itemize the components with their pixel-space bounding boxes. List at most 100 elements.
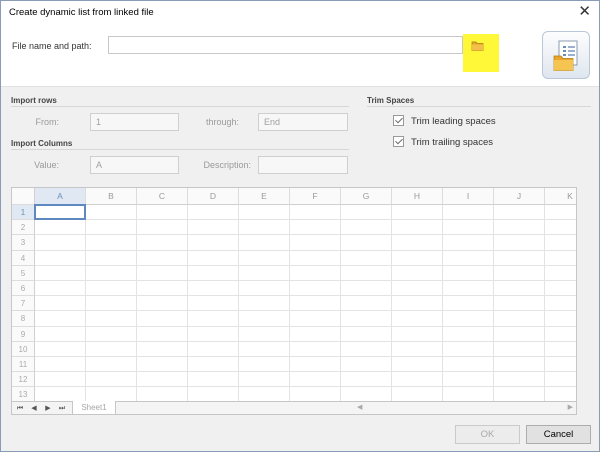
row-header-1[interactable]: 1 xyxy=(12,205,35,221)
last-sheet-icon[interactable]: ⏭ xyxy=(56,403,68,414)
grid-cell[interactable] xyxy=(392,326,443,342)
column-header-c[interactable]: C xyxy=(137,188,188,205)
grid-cell[interactable] xyxy=(290,281,341,297)
grid-cell[interactable] xyxy=(137,205,188,221)
grid-cell[interactable] xyxy=(86,372,137,388)
grid-cell[interactable] xyxy=(188,296,239,312)
grid-cell[interactable] xyxy=(239,357,290,373)
grid-cell[interactable] xyxy=(341,281,392,297)
grid-cell[interactable] xyxy=(35,341,86,357)
browse-button[interactable] xyxy=(463,34,499,72)
grid-cell[interactable] xyxy=(137,341,188,357)
grid-cell[interactable] xyxy=(35,372,86,388)
grid-cell[interactable] xyxy=(494,357,545,373)
grid-cell[interactable] xyxy=(392,220,443,236)
column-header-i[interactable]: I xyxy=(443,188,494,205)
column-header-a[interactable]: A xyxy=(35,188,86,205)
row-header-2[interactable]: 2 xyxy=(12,220,35,236)
horizontal-scrollbar[interactable]: ◀ ▶ xyxy=(357,404,575,413)
grid-cell[interactable] xyxy=(341,235,392,251)
grid-cell[interactable] xyxy=(443,296,494,312)
grid-cell[interactable] xyxy=(188,326,239,342)
row-header-4[interactable]: 4 xyxy=(12,250,35,266)
grid-cell[interactable] xyxy=(137,326,188,342)
grid-cell[interactable] xyxy=(290,205,341,221)
grid-cell[interactable] xyxy=(545,327,576,342)
grid-cell[interactable] xyxy=(443,372,494,388)
row-header-7[interactable]: 7 xyxy=(12,296,35,312)
grid-cell[interactable] xyxy=(137,265,188,281)
grid-cell[interactable] xyxy=(494,205,545,221)
grid-cell[interactable] xyxy=(188,281,239,297)
grid-cell[interactable] xyxy=(86,281,137,297)
grid-cell[interactable] xyxy=(443,265,494,281)
row-header-12[interactable]: 12 xyxy=(12,372,35,388)
description-field[interactable] xyxy=(258,156,348,174)
row-header-10[interactable]: 10 xyxy=(12,341,35,357)
grid-cell[interactable] xyxy=(392,235,443,251)
grid-cell[interactable] xyxy=(341,341,392,357)
grid-cell[interactable] xyxy=(239,220,290,236)
grid-cell[interactable] xyxy=(290,250,341,266)
close-icon[interactable]: ✕ xyxy=(578,4,591,20)
grid-cell[interactable] xyxy=(239,250,290,266)
grid-cell[interactable] xyxy=(239,311,290,327)
grid-cell[interactable] xyxy=(494,326,545,342)
grid-cell[interactable] xyxy=(341,250,392,266)
sheet-tab[interactable]: Sheet1 xyxy=(72,401,116,415)
grid-cell[interactable] xyxy=(545,296,576,312)
grid-cell[interactable] xyxy=(341,311,392,327)
from-field[interactable]: 1 xyxy=(90,113,179,131)
grid-cell[interactable] xyxy=(188,357,239,373)
spreadsheet-grid[interactable]: A B C D E F G H I J K 1 2 3 4 5 6 7 8 9 10 11 12 13 xyxy=(11,187,577,415)
grid-cell[interactable] xyxy=(35,357,86,373)
grid-cell[interactable] xyxy=(392,357,443,373)
grid-cell[interactable] xyxy=(392,372,443,388)
grid-cell[interactable] xyxy=(137,311,188,327)
grid-cell[interactable] xyxy=(443,235,494,251)
grid-cell[interactable] xyxy=(290,220,341,236)
grid-cell[interactable] xyxy=(545,281,576,297)
column-header-b[interactable]: B xyxy=(86,188,137,205)
grid-cell[interactable] xyxy=(494,311,545,327)
grid-cell[interactable] xyxy=(86,220,137,236)
grid-cell[interactable] xyxy=(188,235,239,251)
grid-cell[interactable] xyxy=(494,235,545,251)
grid-cell[interactable] xyxy=(239,281,290,297)
grid-cell[interactable] xyxy=(86,250,137,266)
cancel-button[interactable]: Cancel xyxy=(526,425,591,444)
column-header-d[interactable]: D xyxy=(188,188,239,205)
column-header-h[interactable]: H xyxy=(392,188,443,205)
grid-cell[interactable] xyxy=(443,357,494,373)
grid-cell[interactable] xyxy=(443,220,494,236)
grid-cell[interactable] xyxy=(392,296,443,312)
grid-cell[interactable] xyxy=(545,251,576,266)
grid-cell[interactable] xyxy=(290,311,341,327)
column-header-g[interactable]: G xyxy=(341,188,392,205)
grid-cell[interactable] xyxy=(341,296,392,312)
selected-cell-a1[interactable] xyxy=(34,204,86,221)
grid-cell[interactable] xyxy=(443,250,494,266)
row-header-5[interactable]: 5 xyxy=(12,265,35,281)
grid-cell[interactable] xyxy=(35,296,86,312)
grid-cell[interactable] xyxy=(290,357,341,373)
grid-cell[interactable] xyxy=(545,372,576,388)
grid-cell[interactable] xyxy=(392,311,443,327)
grid-cell[interactable] xyxy=(137,220,188,236)
grid-cell[interactable] xyxy=(35,265,86,281)
grid-cell[interactable] xyxy=(239,235,290,251)
grid-corner[interactable] xyxy=(12,188,35,205)
grid-cell[interactable] xyxy=(188,220,239,236)
grid-cell[interactable] xyxy=(86,357,137,373)
ok-button[interactable]: OK xyxy=(455,425,520,444)
row-header-11[interactable]: 11 xyxy=(12,357,35,373)
column-header-j[interactable]: J xyxy=(494,188,545,205)
grid-cell[interactable] xyxy=(443,281,494,297)
grid-cell[interactable] xyxy=(545,357,576,373)
grid-cell[interactable] xyxy=(392,341,443,357)
grid-cell[interactable] xyxy=(545,342,576,357)
column-header-f[interactable]: F xyxy=(290,188,341,205)
grid-cell[interactable] xyxy=(545,235,576,251)
grid-cell[interactable] xyxy=(86,311,137,327)
grid-cell[interactable] xyxy=(86,235,137,251)
